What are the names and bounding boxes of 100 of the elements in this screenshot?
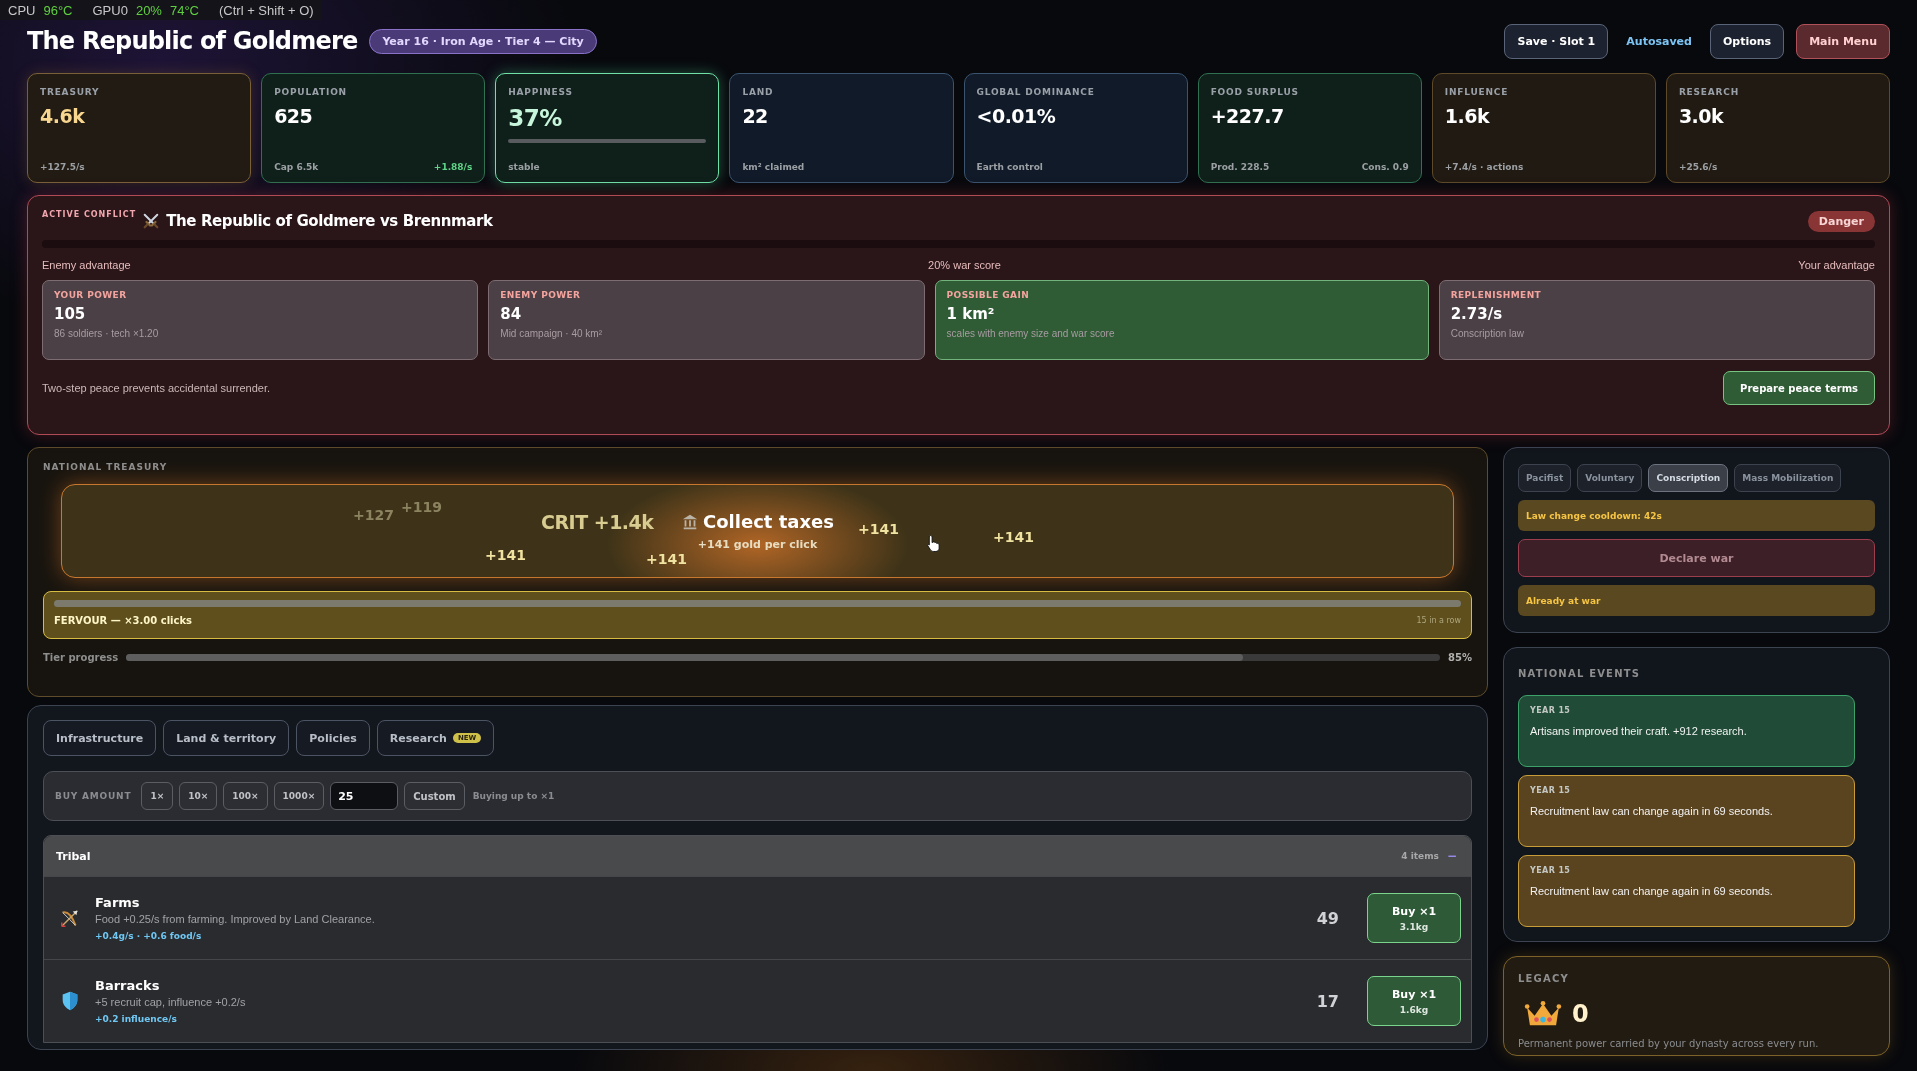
stat-detail: Cap 6.5k (274, 162, 319, 172)
peace-note: Two-step peace prevents accidental surrender. (42, 382, 271, 394)
stat-label: ENEMY POWER (500, 290, 582, 300)
enemy-advantage-label: Enemy advantage (42, 259, 131, 271)
event-year: YEAR 15 (1530, 706, 1572, 715)
stat-label: GLOBAL DOMINANCE (976, 87, 1096, 97)
stat-label: POPULATION (274, 87, 348, 97)
income-popup: +141 (646, 551, 687, 567)
crossed-swords-icon (142, 212, 161, 230)
legacy-description: Permanent power carried by your dynasty across every run. (1518, 1038, 1820, 1049)
stat-value: 3.0k (1678, 105, 1725, 127)
streak-count: 15 in a row (1416, 616, 1461, 625)
cursor-icon (926, 534, 941, 553)
stat-detail: Cons. 0.9 (1361, 162, 1409, 172)
custom-amount-button[interactable]: Custom (404, 782, 465, 810)
legacy-value: 0 (1572, 1000, 1589, 1028)
stat-value: 2.73/s (1450, 305, 1504, 323)
building-description: Food +0.25/s from farming. Improved by Land Clearance. (95, 913, 376, 925)
stat-detail: +127.5/s (40, 162, 85, 172)
buy-button[interactable]: Buy ×1 1.6kg (1367, 976, 1461, 1026)
save-button[interactable]: Save · Slot 1 (1504, 23, 1609, 59)
category-tab[interactable]: Land & territory (163, 720, 290, 756)
stat-detail: Earth control (976, 162, 1043, 172)
hotkey-hint: (Ctrl + Shift + O) (219, 2, 314, 18)
event-year: YEAR 15 (1530, 786, 1572, 795)
building-name: Farms (95, 895, 141, 910)
conflict-title: The Republic of Goldmere vs Brennmark (166, 212, 493, 230)
building-description: +5 recruit cap, influence +0.2/s (95, 996, 247, 1008)
stat-value: 84 (500, 305, 523, 323)
income-popup: +141 (993, 529, 1034, 545)
law-button[interactable]: Pacifist (1518, 464, 1572, 492)
buy-button[interactable]: Buy ×1 3.1kg (1367, 893, 1461, 943)
stat-detail: Prod. 228.5 (1210, 162, 1270, 172)
law-button[interactable]: Conscription (1648, 464, 1729, 492)
stat-detail: km² claimed (742, 162, 805, 172)
stat-label: HAPPINESS (508, 87, 574, 97)
era-badge: Year 16 · Iron Age · Tier 4 — City (369, 28, 597, 54)
danger-badge: Danger (1807, 210, 1875, 232)
war-notice: Already at war (1518, 585, 1875, 616)
buy-amount-label: BUY AMOUNT (55, 791, 132, 801)
cooldown-notice: Law change cooldown: 42s (1518, 500, 1875, 531)
building-yield: +0.2 influence/s (95, 1014, 178, 1024)
stat-label: REPLENISHMENT (1450, 290, 1543, 300)
nation-title: The Republic of Goldmere (27, 27, 358, 55)
law-button[interactable]: Mass Mobilization (1734, 464, 1842, 492)
category-tab[interactable]: Policies (296, 720, 370, 756)
buy-note: Buying up to ×1 (472, 791, 555, 801)
income-popup: +141 (485, 547, 526, 563)
autosave-status: Autosaved (1625, 34, 1693, 48)
stat-detail: Conscription law (1450, 328, 1526, 339)
war-score-label: 20% war score (928, 259, 1001, 271)
amount-button[interactable]: 1000× (273, 782, 325, 810)
cpu-label: CPU (8, 2, 36, 18)
cpu-temp: 96°C (43, 2, 73, 18)
stat-detail: Mid campaign · 40 km² (500, 328, 603, 339)
stat-label: LAND (742, 87, 775, 97)
owned-count: 49 (1316, 908, 1339, 928)
category-tab[interactable]: Infrastructure (43, 720, 157, 756)
section-label: ACTIVE CONFLICT (42, 210, 137, 219)
event-text: Recruitment law can change again in 69 seconds. (1530, 805, 1774, 817)
stat-label: RESEARCH (1678, 87, 1740, 97)
building-name: Barracks (95, 978, 161, 993)
event-text: Recruitment law can change again in 69 seconds. (1530, 885, 1774, 897)
stat-value: +227.7 (1210, 105, 1285, 127)
your-advantage-label: Your advantage (1798, 259, 1875, 271)
section-label: LEGACY (1518, 973, 1570, 984)
group-title: Tribal (56, 849, 92, 863)
stat-detail: +1.88/s (433, 162, 473, 172)
stat-value: 105 (54, 305, 87, 323)
stat-label: INFLUENCE (1444, 87, 1510, 97)
main-menu-button[interactable]: Main Menu (1796, 23, 1890, 59)
bank-icon (681, 512, 699, 531)
stat-label: YOUR POWER (54, 290, 128, 300)
event-text: Artisans improved their craft. +912 research. (1530, 725, 1748, 737)
gpu-label: GPU0 (92, 2, 128, 18)
peace-terms-button[interactable]: Prepare peace terms (1723, 371, 1875, 405)
stat-detail: scales with enemy size and war score (946, 328, 1116, 339)
stat-value: 625 (274, 105, 314, 127)
tier-progress-value: 85% (1448, 652, 1472, 663)
stat-detail: 86 soldiers · tech ×1.20 (54, 328, 160, 339)
owned-count: 17 (1316, 991, 1339, 1011)
stat-label: POSSIBLE GAIN (946, 290, 1031, 300)
income-popup: CRIT +1.4k (541, 511, 654, 533)
amount-button[interactable]: 1× (141, 782, 174, 810)
building-yield: +0.4g/s · +0.6 food/s (95, 931, 203, 941)
tier-progress-label: Tier progress (43, 652, 119, 663)
fervour-label: FERVOUR — ×3.00 clicks (54, 615, 193, 626)
amount-input[interactable]: 25 (330, 782, 399, 810)
stat-label: FOOD SURPLUS (1210, 87, 1300, 97)
amount-button[interactable]: 10× (179, 782, 218, 810)
amount-button[interactable]: 100× (223, 782, 268, 810)
crown-icon (1524, 1000, 1562, 1028)
stat-value: 22 (742, 105, 769, 127)
stat-value: 1 km² (946, 305, 996, 323)
bow-and-arrow-icon (59, 907, 81, 929)
stat-value: <0.01% (976, 105, 1057, 127)
income-popup: +141 (858, 521, 899, 537)
stat-detail: stable (508, 162, 540, 172)
law-button[interactable]: Voluntary (1577, 464, 1643, 492)
options-button[interactable]: Options (1709, 23, 1785, 59)
